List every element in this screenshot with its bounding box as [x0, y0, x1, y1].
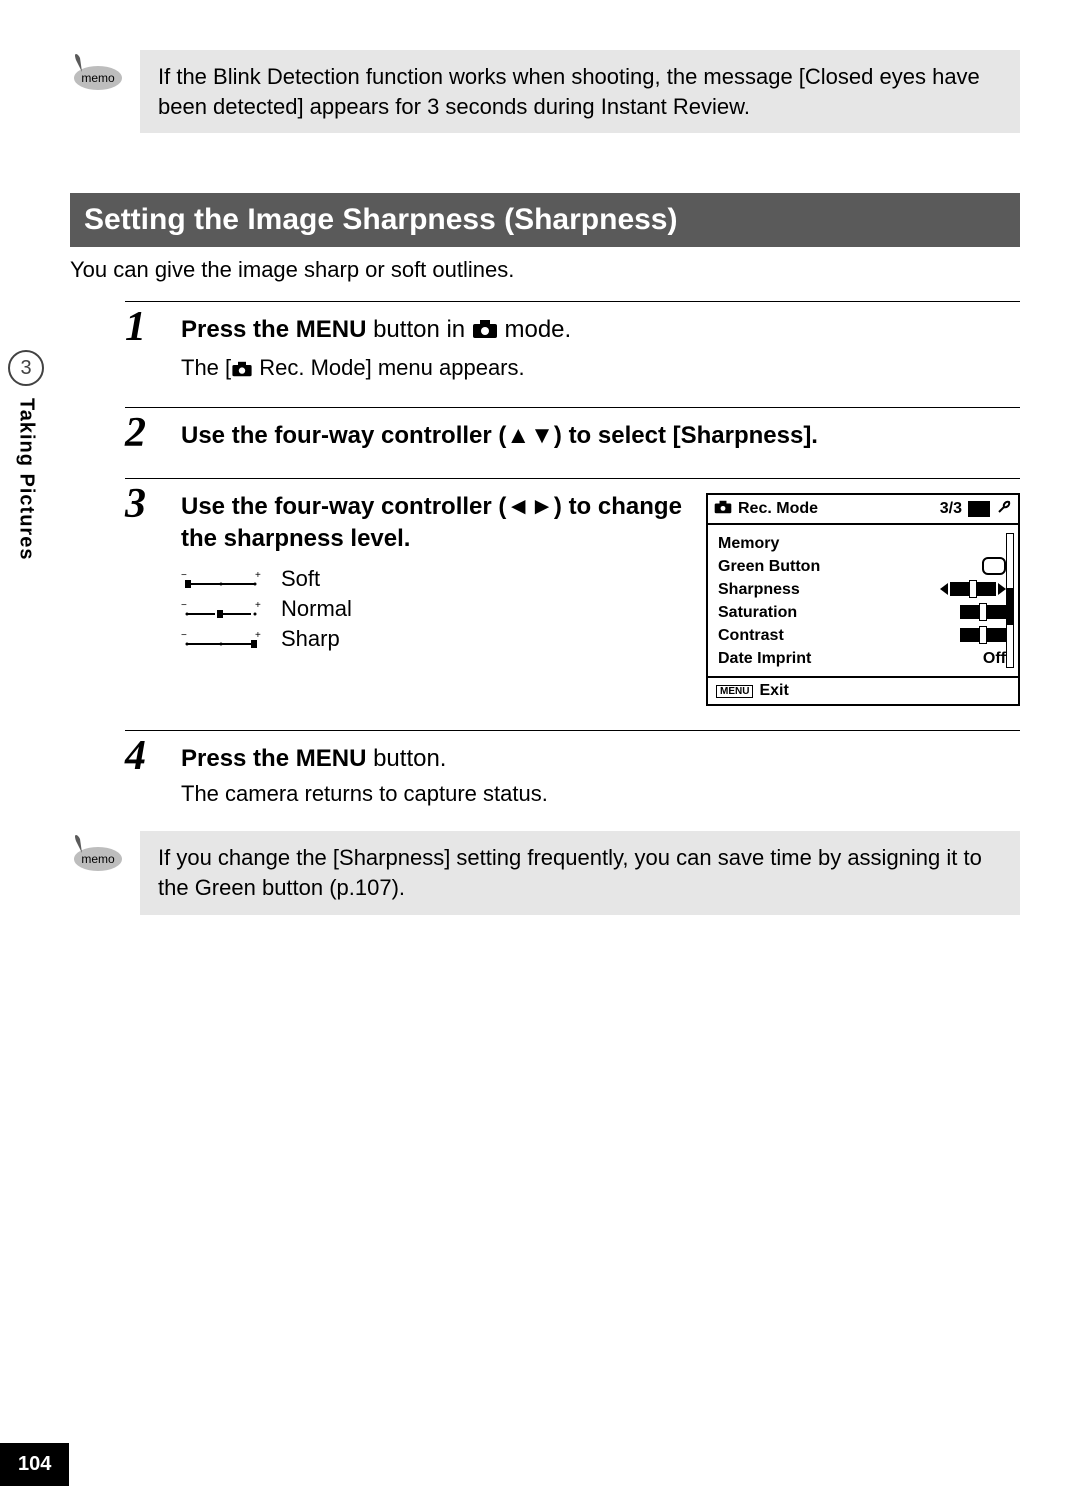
step-number: 3: [125, 483, 161, 706]
step: 3 Use the four-way controller (◄►) to ch…: [125, 478, 1020, 706]
chapter-side-tab: 3 Taking Pictures: [0, 350, 52, 560]
slider-normal-icon: −+: [181, 600, 261, 618]
step: 1 Press the MENU button in mode. The [ R…: [125, 301, 1020, 382]
lcd-title: Rec. Mode: [738, 500, 818, 518]
camera-icon: [714, 500, 732, 519]
svg-text:+: +: [255, 600, 261, 611]
lcd-footer: MENU Exit: [708, 676, 1018, 704]
slider-sharp-icon: −+: [181, 630, 261, 648]
lcd-menu-item: Memory: [718, 535, 779, 553]
lcd-menu-item: Saturation: [718, 604, 797, 622]
svg-text:−: −: [181, 570, 187, 581]
lcd-page-indicator: 3/3: [940, 500, 962, 518]
svg-text:memo: memo: [81, 71, 115, 85]
step-description: The [ Rec. Mode] menu appears.: [181, 355, 1020, 383]
slider-value-icon: [940, 582, 1006, 596]
step-number: 1: [125, 306, 161, 382]
step-title: Press the MENU button in mode.: [181, 314, 1020, 348]
level-label: Normal: [281, 596, 352, 622]
menu-button-label: MENU: [716, 685, 753, 698]
camera-icon: [231, 357, 253, 383]
lcd-scrollbar: [1006, 533, 1014, 668]
up-down-arrow-icon: ▲▼: [506, 422, 554, 449]
memo-text: If the Blink Detection function works wh…: [158, 64, 980, 119]
section-heading: Setting the Image Sharpness (Sharpness): [70, 193, 1020, 247]
step-title: Use the four-way controller (◄►) to chan…: [181, 491, 684, 556]
lcd-menu-item: Date Imprint: [718, 650, 811, 668]
lcd-header: Rec. Mode 3/3: [708, 495, 1018, 526]
slider-value-icon: [960, 605, 1006, 619]
lcd-menu-item: Contrast: [718, 627, 784, 645]
step-title: Press the MENU button.: [181, 743, 1020, 775]
lcd-menu-item-selected: Sharpness: [718, 581, 800, 599]
left-right-arrow-icon: ◄►: [506, 493, 554, 520]
lcd-menu-item: Green Button: [718, 558, 820, 576]
manual-page: 3 Taking Pictures memo If the Blink Dete…: [0, 0, 1080, 1486]
memo-text: If you change the [Sharpness] setting fr…: [158, 845, 982, 900]
tab-icon: [968, 501, 990, 517]
section-intro: You can give the image sharp or soft out…: [70, 257, 1020, 283]
svg-text:memo: memo: [81, 852, 115, 866]
sharpness-level-item: −+ Normal: [181, 596, 684, 622]
green-button-icon: [982, 557, 1006, 575]
sharpness-level-item: −+ Sharp: [181, 626, 684, 652]
step-title: Use the four-way controller (▲▼) to sele…: [181, 420, 1020, 452]
lcd-exit-label: Exit: [759, 682, 788, 700]
page-number: 104: [0, 1443, 69, 1486]
svg-text:+: +: [255, 630, 261, 641]
memo-icon: memo: [70, 833, 126, 881]
step-number: 2: [125, 412, 161, 454]
memo-box: memo If the Blink Detection function wor…: [140, 50, 1020, 133]
level-label: Soft: [281, 566, 320, 592]
svg-text:−: −: [181, 630, 187, 641]
lcd-menu-body: Memory Green Button Sharpness Saturation…: [708, 525, 1018, 676]
svg-text:−: −: [181, 600, 187, 611]
wrench-icon: [996, 499, 1012, 520]
memo-box: memo If you change the [Sharpness] setti…: [140, 831, 1020, 914]
sharpness-level-item: −+ Soft: [181, 566, 684, 592]
svg-text:+: +: [255, 570, 261, 581]
camera-lcd-screenshot: Rec. Mode 3/3 Memory Green Button Sharpn…: [706, 493, 1020, 706]
camera-icon: [472, 316, 498, 348]
step: 2 Use the four-way controller (▲▼) to se…: [125, 407, 1020, 454]
chapter-number-badge: 3: [8, 350, 44, 386]
slider-value-icon: [960, 628, 1006, 642]
step: 4 Press the MENU button. The camera retu…: [125, 730, 1020, 807]
chapter-label: Taking Pictures: [15, 398, 38, 560]
sharpness-levels-list: −+ Soft −+ Normal −+ Sharp: [181, 566, 684, 652]
memo-icon: memo: [70, 52, 126, 100]
slider-soft-icon: −+: [181, 570, 261, 588]
lcd-menu-value: Off: [983, 650, 1006, 668]
step-number: 4: [125, 735, 161, 807]
step-description: The camera returns to capture status.: [181, 781, 1020, 807]
level-label: Sharp: [281, 626, 340, 652]
